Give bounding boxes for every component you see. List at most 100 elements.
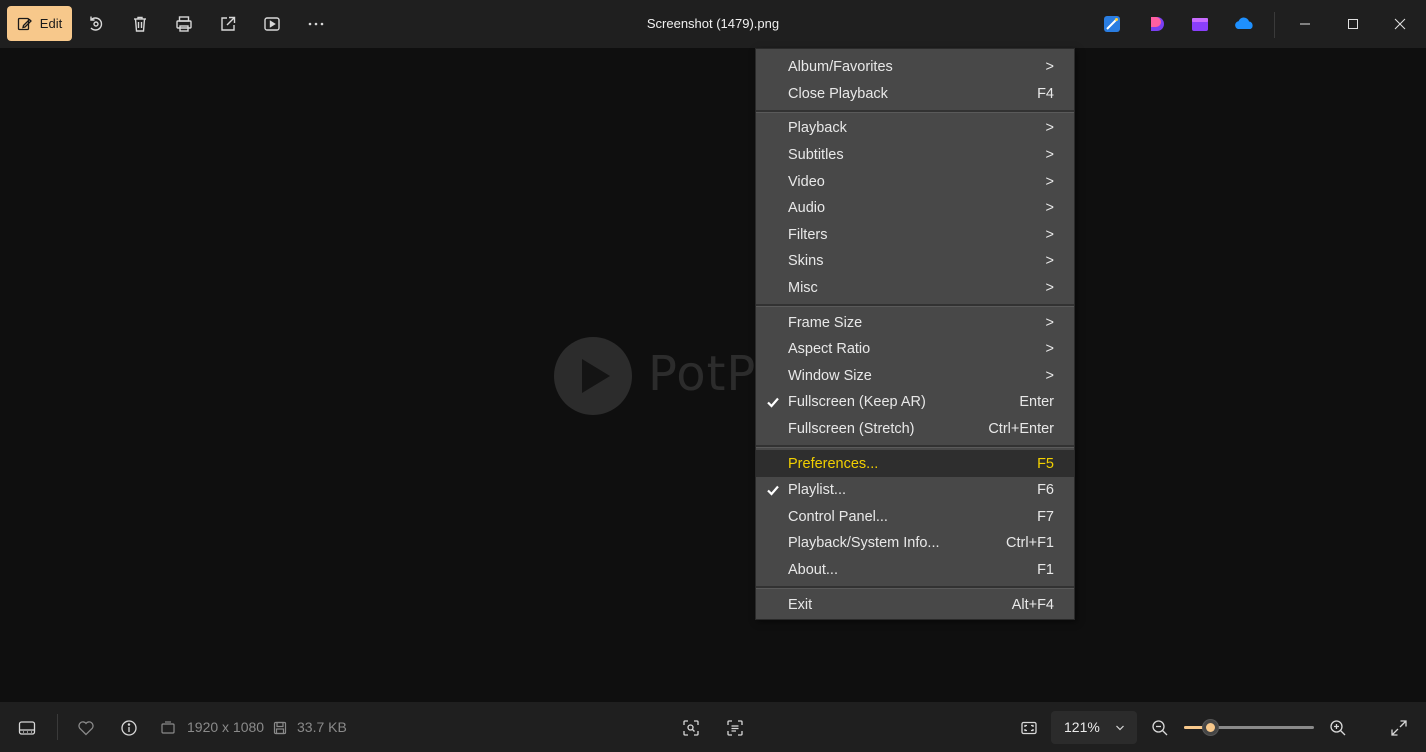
share-icon[interactable]: [216, 12, 240, 36]
menu-item-shortcut: Enter: [1019, 394, 1054, 411]
menu-item[interactable]: Fullscreen (Stretch) Ctrl+Enter: [756, 416, 1074, 443]
menu-item[interactable]: Filters >: [756, 222, 1074, 249]
window-title: Screenshot (1479).png: [646, 16, 780, 31]
context-menu: Album/Favorites > Close Playback F4 Playback…: [755, 48, 1075, 620]
menu-item-label: Control Panel...: [788, 508, 888, 525]
edit-icon: [17, 17, 32, 30]
menu-item[interactable]: Album/Favorites >: [756, 54, 1074, 81]
menu-item[interactable]: Exit Alt+F4: [756, 591, 1074, 618]
menu-item-label: Close Playback: [788, 85, 888, 102]
menu-item[interactable]: Playlist... F6: [756, 477, 1074, 504]
dimensions-icon: [160, 718, 176, 738]
slideshow-icon[interactable]: [260, 12, 284, 36]
zoom-slider-thumb[interactable]: [1202, 719, 1219, 736]
zoom-dropdown[interactable]: 121%: [1051, 711, 1137, 744]
menu-item[interactable]: Fullscreen (Keep AR) Enter: [756, 389, 1074, 416]
menu-item-label: Album/Favorites: [788, 59, 893, 76]
more-icon[interactable]: [304, 12, 328, 36]
delete-icon[interactable]: [128, 12, 152, 36]
menu-item-shortcut: Ctrl+F1: [1006, 535, 1054, 552]
menu-item-label: Frame Size: [788, 314, 863, 331]
edit-button[interactable]: Edit: [7, 6, 72, 41]
image-dimensions: 1920 x 1080: [187, 719, 265, 735]
fullscreen-icon[interactable]: [1389, 718, 1409, 738]
chevron-down-icon: [1116, 725, 1124, 731]
submenu-arrow: >: [1045, 147, 1054, 164]
maximize-icon: [1348, 19, 1358, 29]
info-icon[interactable]: [119, 718, 139, 738]
menu-item-shortcut: F4: [1037, 85, 1054, 102]
submenu-arrow: >: [1045, 367, 1054, 384]
menu-item-shortcut: Ctrl+Enter: [988, 421, 1054, 438]
watermark-text: PotP: [648, 346, 757, 402]
menu-item-label: Audio: [788, 200, 826, 217]
menu-item[interactable]: Misc >: [756, 275, 1074, 302]
menu-separator: [756, 301, 1074, 309]
menu-item-label: Skins: [788, 253, 824, 270]
menu-item-label: Aspect Ratio: [788, 341, 871, 358]
menu-item[interactable]: Playback >: [756, 115, 1074, 142]
menu-item[interactable]: Audio >: [756, 195, 1074, 222]
maximize-button[interactable]: [1330, 0, 1376, 48]
designer-icon[interactable]: [1102, 14, 1122, 34]
zoom-in-icon[interactable]: [1328, 718, 1348, 738]
menu-item[interactable]: Video >: [756, 168, 1074, 195]
text-scan-icon[interactable]: [725, 718, 745, 738]
menu-item[interactable]: Playback/System Info... Ctrl+F1: [756, 530, 1074, 557]
menu-separator: [756, 107, 1074, 115]
checkmark-icon: [767, 397, 779, 408]
menu-item-shortcut: F6: [1037, 482, 1054, 499]
filmstrip-icon[interactable]: [17, 718, 37, 738]
photos-app-window: Edit Screenshot (1479).png PotP Album/Fa…: [0, 0, 1426, 752]
menu-item-label: Playback/System Info...: [788, 535, 940, 552]
edit-button-label: Edit: [39, 16, 63, 31]
close-button[interactable]: [1377, 0, 1423, 48]
submenu-arrow: >: [1045, 200, 1054, 217]
clipchamp-icon[interactable]: [1147, 14, 1167, 34]
menu-item-label: About...: [788, 561, 838, 578]
menu-item[interactable]: Frame Size >: [756, 309, 1074, 336]
status-divider: [57, 714, 58, 740]
image-viewer[interactable]: PotP: [0, 48, 1426, 702]
zoom-slider[interactable]: [1184, 719, 1314, 736]
menu-item[interactable]: Aspect Ratio >: [756, 336, 1074, 363]
potplayer-logo-icon: [554, 337, 632, 415]
video-editor-icon[interactable]: [1190, 14, 1210, 34]
favorite-icon[interactable]: [76, 718, 96, 738]
onedrive-icon[interactable]: [1233, 14, 1255, 34]
title-bar: Edit Screenshot (1479).png: [0, 0, 1426, 48]
menu-item-label: Misc: [788, 280, 818, 297]
zoom-out-icon[interactable]: [1150, 718, 1170, 738]
zoom-level: 121%: [1064, 719, 1100, 735]
submenu-arrow: >: [1045, 59, 1054, 76]
print-icon[interactable]: [172, 12, 196, 36]
minimize-button[interactable]: [1282, 0, 1328, 48]
visual-search-icon[interactable]: [681, 718, 701, 738]
menu-item[interactable]: Subtitles >: [756, 142, 1074, 169]
submenu-arrow: >: [1045, 120, 1054, 137]
submenu-arrow: >: [1045, 314, 1054, 331]
menu-item[interactable]: Skins >: [756, 248, 1074, 275]
menu-item-label: Fullscreen (Stretch): [788, 421, 915, 438]
minimize-icon: [1300, 23, 1310, 25]
menu-item[interactable]: Window Size >: [756, 363, 1074, 390]
menu-item-label: Subtitles: [788, 147, 844, 164]
menu-item-label: Video: [788, 173, 825, 190]
submenu-arrow: >: [1045, 341, 1054, 358]
menu-item-shortcut: F5: [1037, 455, 1054, 472]
menu-item[interactable]: Control Panel... F7: [756, 504, 1074, 531]
menu-item-label: Window Size: [788, 367, 872, 384]
close-icon: [1394, 18, 1406, 30]
menu-item[interactable]: Preferences... F5: [756, 450, 1074, 477]
checkmark-icon: [767, 485, 779, 496]
fit-to-window-icon[interactable]: [1019, 718, 1039, 738]
status-bar: 1920 x 1080 33.7 KB 121%: [0, 702, 1426, 752]
menu-item-shortcut: F1: [1037, 561, 1054, 578]
menu-item-label: Filters: [788, 226, 828, 243]
menu-item-label: Playback: [788, 120, 847, 137]
menu-item[interactable]: About... F1: [756, 557, 1074, 584]
menu-item[interactable]: Close Playback F4: [756, 81, 1074, 108]
submenu-arrow: >: [1045, 226, 1054, 243]
rotate-icon[interactable]: [84, 12, 108, 36]
menu-item-label: Playlist...: [788, 482, 847, 499]
